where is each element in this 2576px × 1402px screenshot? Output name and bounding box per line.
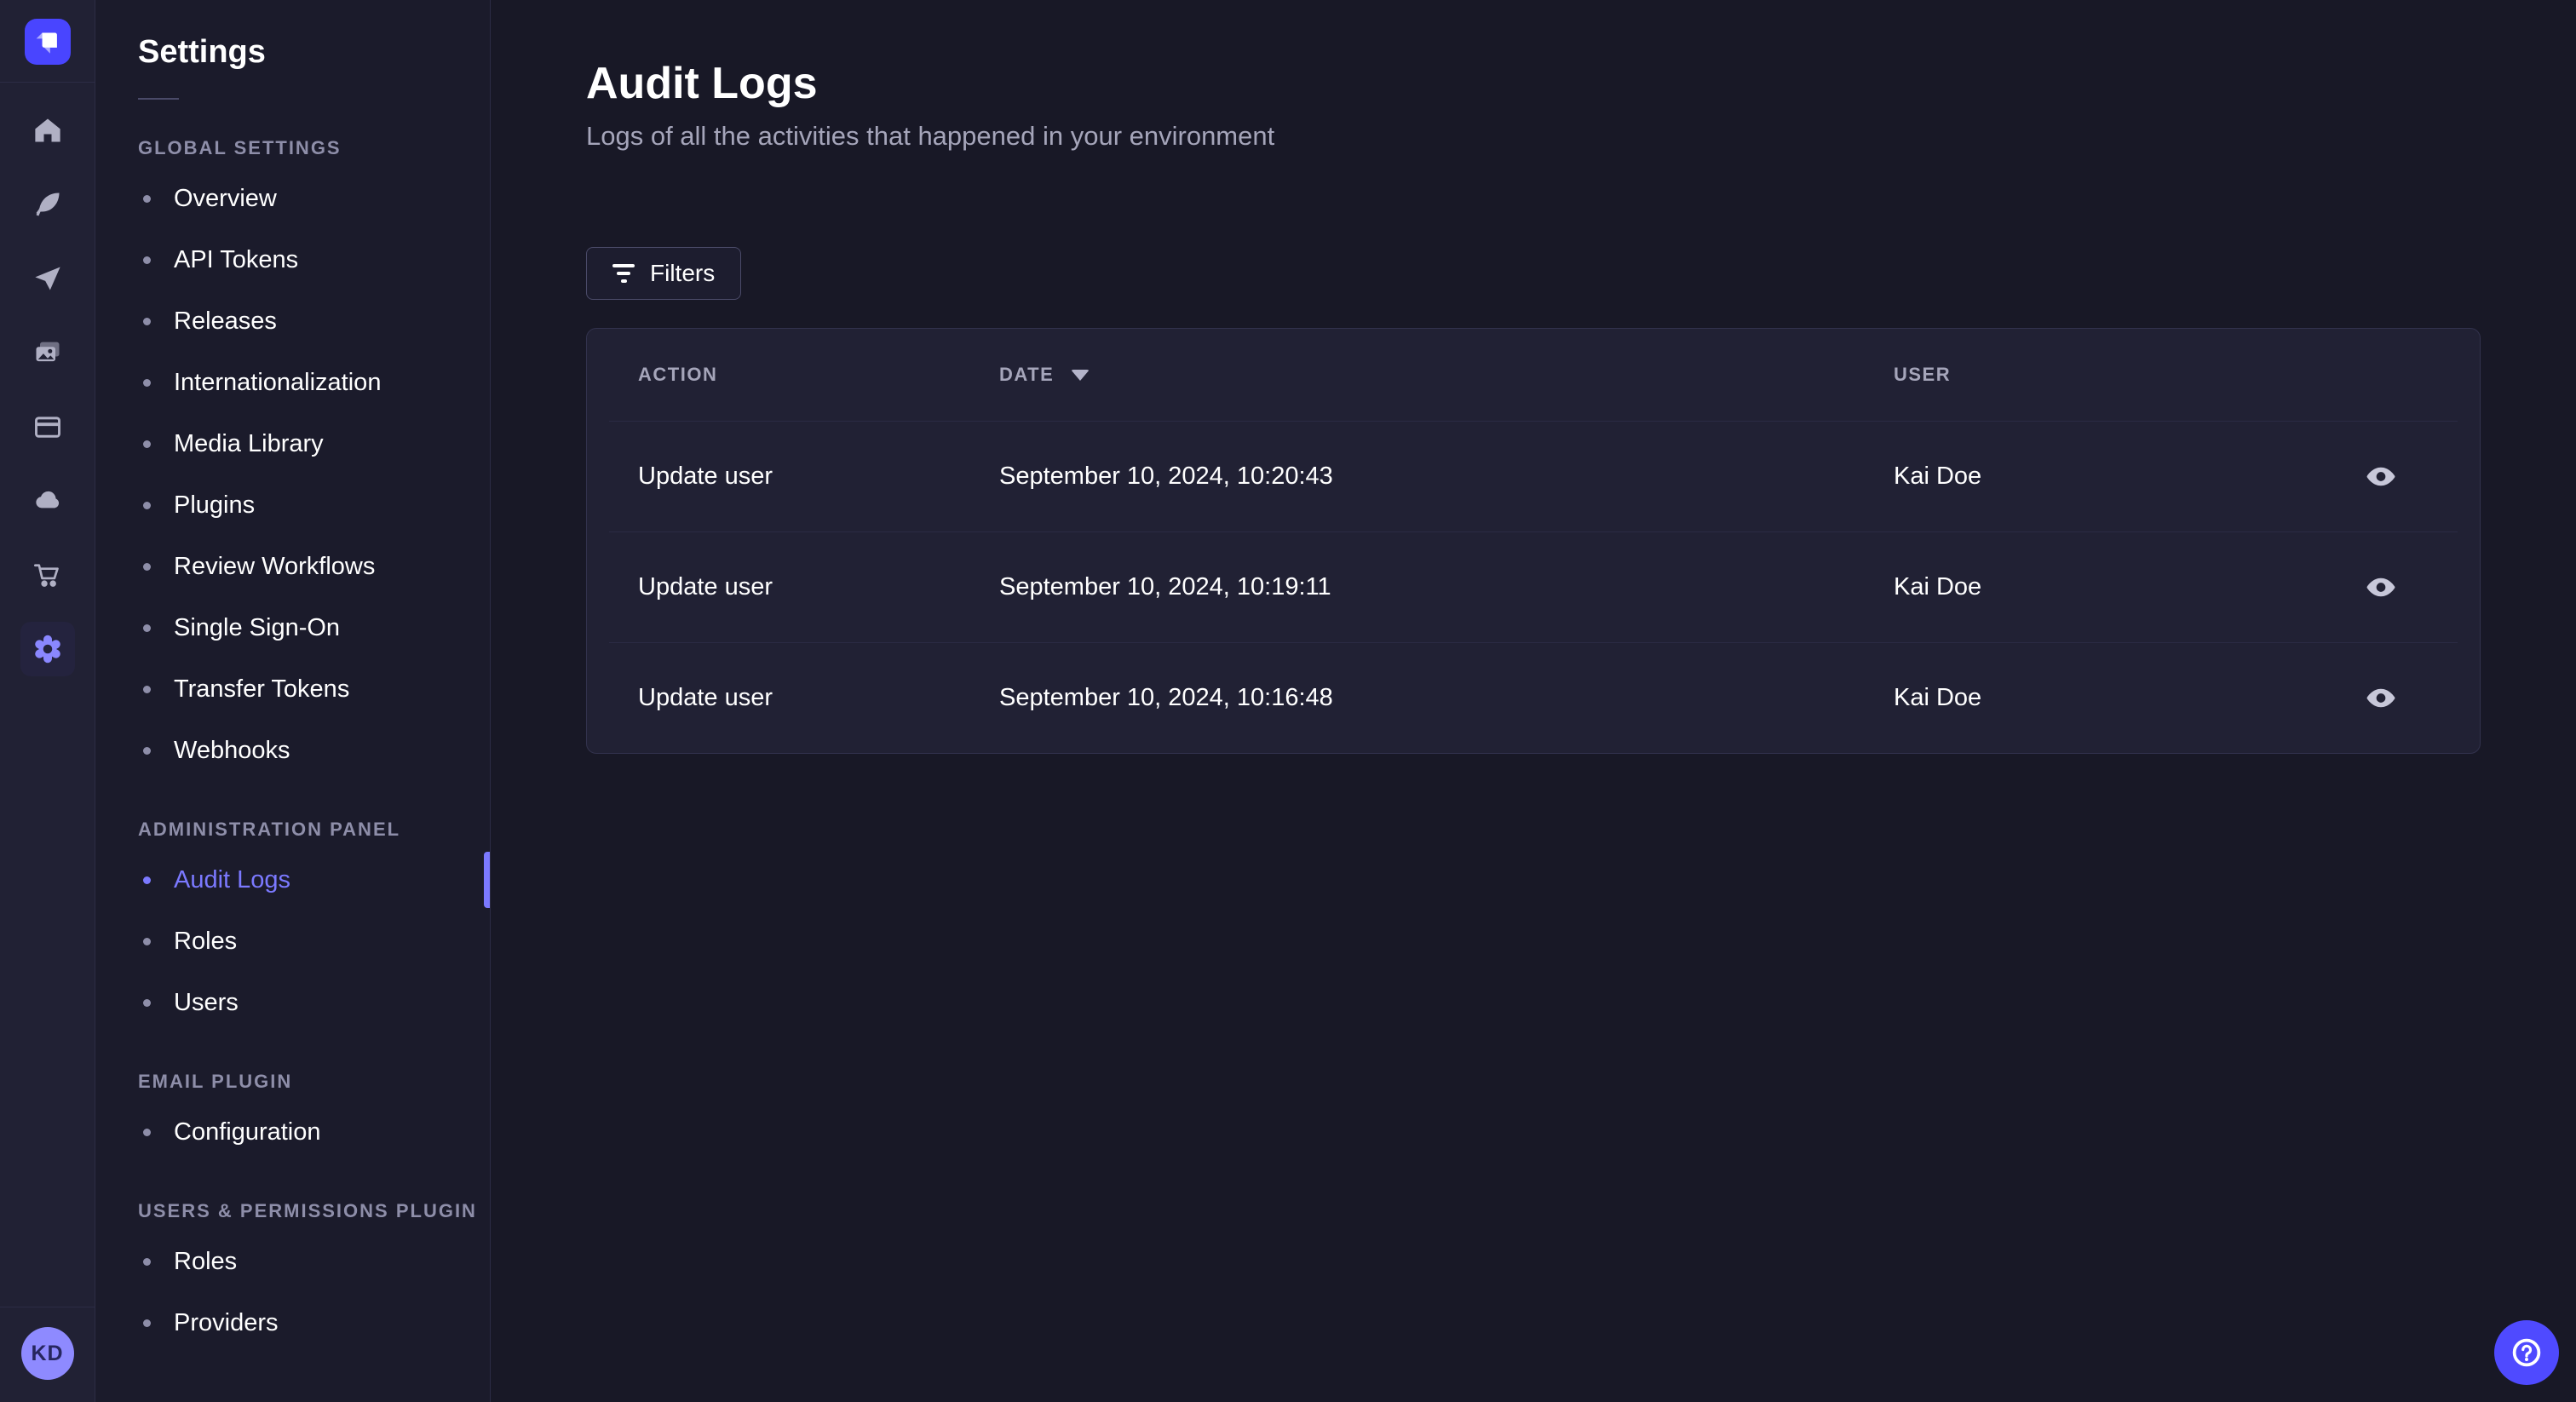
sidebar-item-plugins[interactable]: Plugins [95, 474, 490, 536]
page-subtitle: Logs of all the activities that happened… [586, 121, 1275, 151]
bullet-icon [143, 623, 151, 632]
bullet-icon [143, 501, 151, 509]
media-library-icon[interactable] [20, 325, 75, 380]
filters-button[interactable]: Filters [586, 247, 742, 300]
sort-desc-icon [1071, 369, 1090, 381]
column-header-user: USER [1894, 364, 1952, 385]
bullet-icon [143, 1257, 151, 1266]
settings-subnav: Settings GLOBAL SETTINGS Overview API To… [95, 0, 491, 1402]
bullet-icon [143, 685, 151, 693]
cell-date: September 10, 2024, 10:19:11 [999, 572, 1331, 600]
cell-action: Update user [638, 572, 773, 600]
sidebar-item-media-library[interactable]: Media Library [95, 413, 490, 474]
sidebar-item-admin-users[interactable]: Users [95, 972, 490, 1033]
paper-plane-icon[interactable] [20, 251, 75, 306]
cell-user: Kai Doe [1894, 572, 1982, 600]
bullet-icon [143, 746, 151, 755]
bullet-icon [143, 440, 151, 448]
sidebar-item-api-tokens[interactable]: API Tokens [95, 229, 490, 290]
cell-date: September 10, 2024, 10:16:48 [999, 683, 1333, 711]
sidebar-item-admin-roles[interactable]: Roles [95, 911, 490, 972]
eye-icon[interactable] [2360, 570, 2402, 605]
feather-icon[interactable] [20, 177, 75, 232]
sidebar-item-internationalization[interactable]: Internationalization [95, 352, 490, 413]
eye-icon[interactable] [2360, 459, 2402, 494]
page-title: Audit Logs [586, 59, 818, 108]
sidebar-item-up-providers[interactable]: Providers [95, 1292, 490, 1353]
sidebar-item-up-roles[interactable]: Roles [95, 1231, 490, 1292]
sidebar-item-webhooks[interactable]: Webhooks [95, 720, 490, 781]
audit-logs-table: ACTION DATE USER Update user September 1… [586, 328, 2481, 754]
bullet-icon [143, 1128, 151, 1136]
cell-action: Update user [638, 462, 773, 490]
sidebar-item-transfer-tokens[interactable]: Transfer Tokens [95, 658, 490, 720]
bullet-icon [143, 937, 151, 945]
cloud-icon[interactable] [20, 474, 75, 528]
filter-icon [612, 264, 635, 283]
home-icon[interactable] [20, 103, 75, 158]
table-header-row: ACTION DATE USER [587, 329, 2480, 421]
section-global-settings: GLOBAL SETTINGS Overview API Tokens Rele… [95, 137, 490, 781]
cell-user: Kai Doe [1894, 462, 1982, 490]
strapi-logo-icon[interactable] [24, 19, 71, 65]
marketplace-cart-icon[interactable] [20, 548, 75, 602]
sidebar-item-review-workflows[interactable]: Review Workflows [95, 536, 490, 597]
section-label: ADMINISTRATION PANEL [138, 819, 401, 840]
section-users-permissions-plugin: USERS & PERMISSIONS PLUGIN Roles Provide… [95, 1200, 490, 1353]
sidebar-item-single-sign-on[interactable]: Single Sign-On [95, 597, 490, 658]
subnav-title-divider [138, 98, 179, 100]
bullet-icon [143, 1319, 151, 1327]
layouts-icon[interactable] [20, 399, 75, 454]
avatar[interactable]: KD [20, 1327, 74, 1380]
bullet-icon [143, 876, 151, 884]
bullet-icon [143, 998, 151, 1007]
section-label: EMAIL PLUGIN [138, 1071, 293, 1092]
strapi-logo-glyph [36, 32, 57, 54]
column-header-date[interactable]: DATE [999, 364, 1894, 386]
filters-button-label: Filters [650, 260, 716, 286]
table-row[interactable]: Update user September 10, 2024, 10:20:43… [587, 421, 2480, 531]
sidebar-item-email-configuration[interactable]: Configuration [95, 1101, 490, 1163]
section-label: GLOBAL SETTINGS [138, 137, 342, 158]
bullet-icon [143, 194, 151, 203]
help-button[interactable] [2494, 1320, 2559, 1385]
subnav-title: Settings [138, 34, 266, 70]
cell-action: Update user [638, 683, 773, 711]
cell-user: Kai Doe [1894, 683, 1982, 711]
section-administration-panel: ADMINISTRATION PANEL Audit Logs Roles Us… [95, 819, 490, 1033]
question-mark-icon [2512, 1338, 2541, 1367]
sidebar-item-releases[interactable]: Releases [95, 290, 490, 352]
bullet-icon [143, 378, 151, 387]
column-header-action: ACTION [638, 364, 718, 385]
table-row[interactable]: Update user September 10, 2024, 10:19:11… [587, 531, 2480, 642]
cell-date: September 10, 2024, 10:20:43 [999, 462, 1333, 490]
sidebar-item-audit-logs[interactable]: Audit Logs [95, 849, 490, 911]
eye-icon[interactable] [2360, 681, 2402, 715]
bullet-icon [143, 317, 151, 325]
main-nav-rail: KD [0, 0, 95, 1402]
bullet-icon [143, 256, 151, 264]
settings-gear-icon[interactable] [20, 622, 75, 676]
table-row[interactable]: Update user September 10, 2024, 10:16:48… [587, 642, 2480, 753]
section-label: USERS & PERMISSIONS PLUGIN [138, 1200, 477, 1221]
bullet-icon [143, 562, 151, 571]
sidebar-item-overview[interactable]: Overview [95, 168, 490, 229]
section-email-plugin: EMAIL PLUGIN Configuration [95, 1071, 490, 1163]
rail-divider [0, 82, 95, 83]
main-content: Audit Logs Logs of all the activities th… [491, 0, 2576, 1402]
